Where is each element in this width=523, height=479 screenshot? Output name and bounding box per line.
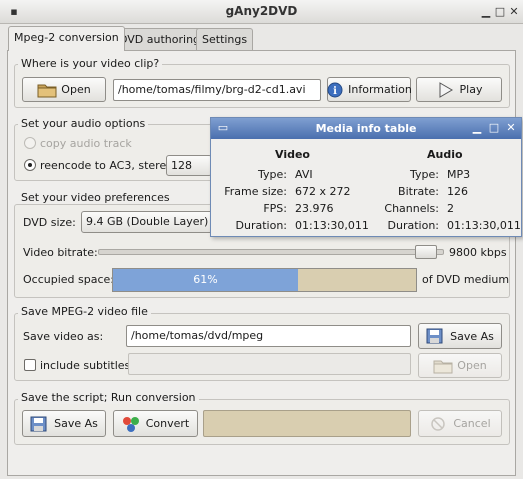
video-bitrate-label: Video bitrate: <box>23 246 98 259</box>
video-clip-title: Where is your video clip? <box>18 57 163 70</box>
video-path-input[interactable]: /home/tomas/filmy/brg-d2-cd1.avi <box>113 79 321 101</box>
convert-button[interactable]: Convert <box>113 410 198 437</box>
save-video-as-label: Save video as: <box>23 330 104 343</box>
occupied-space-percent: 61% <box>193 273 218 286</box>
video-type-value: AVI <box>295 168 313 181</box>
save-as-script-button[interactable]: Save As <box>22 410 106 437</box>
video-fps-value: 23.976 <box>295 202 334 215</box>
reencode-radio-dot <box>28 163 32 167</box>
audio-channels-label: Channels: <box>384 202 439 215</box>
media-audio-header: Audio <box>427 148 463 161</box>
copy-audio-label: copy audio track <box>40 137 132 150</box>
video-bitrate-slider-handle[interactable] <box>415 245 437 259</box>
media-maximize-icon[interactable]: □ <box>487 121 501 135</box>
video-bitrate-value: 9800 kbps <box>449 246 507 259</box>
include-subtitles-label: include subtitles <box>40 359 131 372</box>
window-titlebar: ▪ gAny2DVD ▁ □ ✕ <box>0 0 523 24</box>
cancel-button: Cancel <box>418 410 502 437</box>
convert-icon <box>122 416 142 432</box>
audio-bitrate-value: 128 <box>171 159 192 172</box>
video-duration-value: 01:13:30,011 <box>295 219 369 232</box>
occupied-suffix-label: of DVD medium <box>422 273 510 286</box>
information-button[interactable]: i Information <box>326 77 412 102</box>
media-info-window: ▭ Media info table ▁ □ ✕ Video Audio Typ… <box>210 117 522 237</box>
open-button-label: Open <box>61 83 91 96</box>
conversion-progress <box>203 410 411 437</box>
svg-text:i: i <box>333 86 337 97</box>
save-mpeg-title: Save MPEG-2 video file <box>18 305 151 318</box>
copy-audio-radio[interactable] <box>24 137 36 149</box>
information-button-label: Information <box>348 83 412 96</box>
play-button-label: Play <box>459 83 483 96</box>
video-prefs-title: Set your video preferences <box>18 191 173 204</box>
save-path-input[interactable]: /home/tomas/dvd/mpeg <box>126 325 411 347</box>
audio-bitrate-info-value: 126 <box>447 185 468 198</box>
audio-duration-label: Duration: <box>387 219 439 232</box>
reencode-radio[interactable] <box>24 159 36 171</box>
play-icon <box>436 81 456 98</box>
media-video-header: Video <box>275 148 310 161</box>
dvd-size-combo[interactable]: 9.4 GB (Double Layer) <box>81 211 213 233</box>
info-icon: i <box>326 82 344 98</box>
folder-icon <box>37 82 57 98</box>
script-title: Save the script; Run conversion <box>18 391 199 404</box>
cancel-icon <box>429 416 449 432</box>
include-subtitles-checkbox[interactable] <box>24 359 36 371</box>
cancel-button-label: Cancel <box>453 417 491 430</box>
video-duration-label: Duration: <box>235 219 287 232</box>
open-button[interactable]: Open <box>22 77 106 102</box>
audio-bitrate-combo[interactable]: 128 <box>166 155 212 176</box>
save-icon <box>426 328 446 344</box>
video-bitrate-slider[interactable] <box>98 245 444 259</box>
save-as-video-button[interactable]: Save As <box>418 323 502 349</box>
dvd-size-value: 9.4 GB (Double Layer) <box>86 215 209 228</box>
audio-bitrate-label: Bitrate: <box>398 185 439 198</box>
video-fps-label: FPS: <box>263 202 287 215</box>
media-minimize-icon[interactable]: ▁ <box>470 121 484 135</box>
tab-mpeg2-conversion[interactable]: Mpeg-2 conversion <box>8 26 125 51</box>
audio-options-title: Set your audio options <box>18 117 149 130</box>
media-close-icon[interactable]: ✕ <box>504 121 518 135</box>
dvd-size-label: DVD size: <box>23 216 76 229</box>
tab-settings[interactable]: Settings <box>196 28 254 50</box>
occupied-space-label: Occupied space: <box>23 273 114 286</box>
convert-button-label: Convert <box>145 417 190 430</box>
window-title: gAny2DVD <box>225 4 298 18</box>
close-icon[interactable]: ✕ <box>506 4 522 20</box>
audio-type-value: MP3 <box>447 168 471 181</box>
save-icon <box>30 416 50 432</box>
open-subtitles-button: Open <box>418 353 502 378</box>
tab-dvd-authoring[interactable]: DVD authoring <box>113 28 207 50</box>
media-info-titlebar: ▭ Media info table ▁ □ ✕ <box>211 118 521 139</box>
occupied-space-progress: 61% <box>112 268 417 292</box>
audio-type-label: Type: <box>410 168 439 181</box>
audio-duration-value: 01:13:30,011 <box>447 219 521 232</box>
video-type-label: Type: <box>258 168 287 181</box>
reencode-label: reencode to AC3, stereo <box>40 159 173 172</box>
subtitles-path-input <box>128 353 411 375</box>
video-frame-size-value: 672 x 272 <box>295 185 351 198</box>
video-frame-size-label: Frame size: <box>224 185 287 198</box>
save-as-script-button-label: Save As <box>54 417 98 430</box>
play-button[interactable]: Play <box>416 77 502 102</box>
folder-icon <box>433 358 453 374</box>
save-as-video-button-label: Save As <box>450 329 494 343</box>
open-subtitles-button-label: Open <box>457 359 487 372</box>
audio-channels-value: 2 <box>447 202 454 215</box>
